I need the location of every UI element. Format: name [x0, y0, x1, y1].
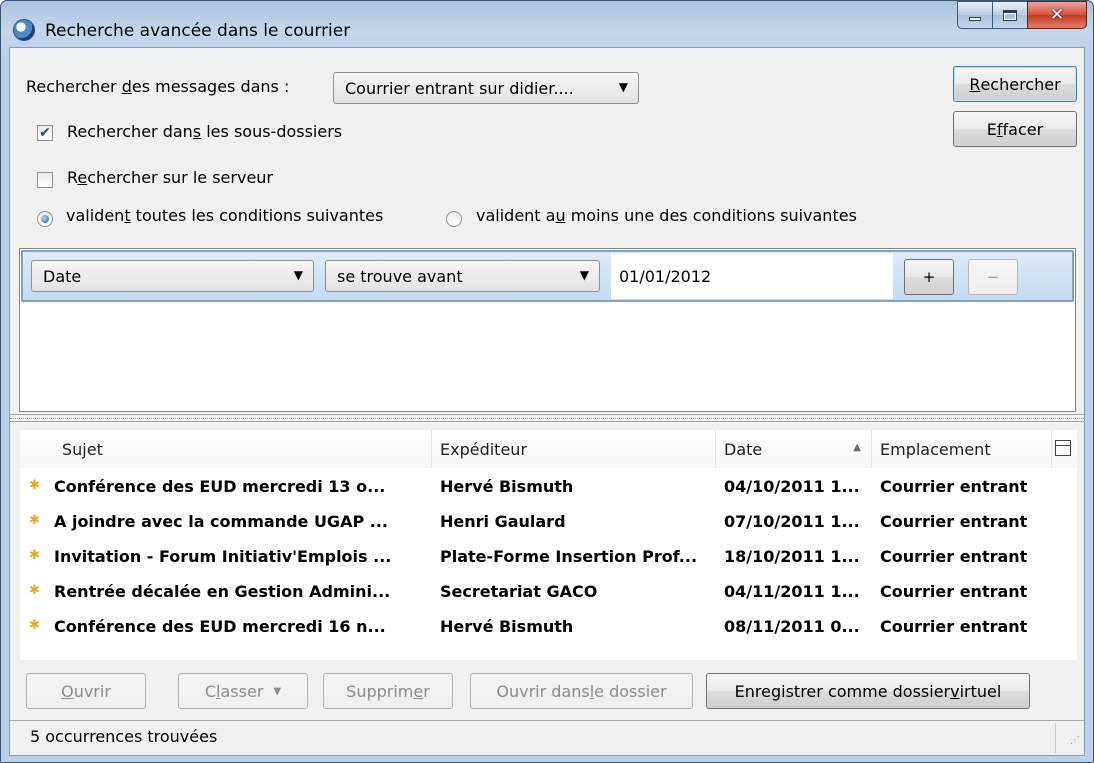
- add-condition-button[interactable]: +: [904, 259, 954, 295]
- minimize-button[interactable]: [957, 1, 993, 29]
- classify-button[interactable]: Cl asser ▼: [178, 673, 308, 709]
- unread-star-icon[interactable]: ✱: [29, 618, 40, 633]
- close-button[interactable]: ✕: [1027, 1, 1087, 29]
- cell-location: Courrier entrant: [880, 512, 1028, 531]
- thunderbird-app-icon: [13, 19, 35, 41]
- table-row[interactable]: ✱ Conférence des EUD mercredi 13 o... Herv…: [20, 470, 1077, 505]
- column-header-subject[interactable]: Sujet: [20, 430, 432, 468]
- cell-subject: Invitation - Forum Initiativ'Emplois ...: [54, 547, 392, 566]
- maximize-button[interactable]: [992, 1, 1028, 29]
- minus-icon: −: [986, 268, 1000, 286]
- folder-dropdown[interactable]: Courrier entrant sur didier.... ▼: [333, 72, 639, 104]
- column-header-label: Emplacement: [880, 439, 991, 459]
- maximize-icon: [1003, 9, 1017, 21]
- server-search-checkbox[interactable]: [37, 172, 53, 188]
- match-all-radio[interactable]: [37, 211, 53, 227]
- chevron-down-icon: ▼: [618, 80, 628, 94]
- column-picker-button[interactable]: [1052, 430, 1077, 468]
- column-header-sender[interactable]: Expéditeur: [432, 430, 716, 468]
- cell-location: Courrier entrant: [880, 547, 1028, 566]
- cell-sender: Secretariat GACO: [440, 582, 598, 601]
- results-table: Sujet Expéditeur Date ▲ Emplacement ✱ Conf…: [20, 430, 1077, 660]
- status-separator: [1055, 723, 1056, 753]
- chevron-down-icon: ▼: [579, 268, 589, 282]
- chevron-down-icon: ▼: [293, 268, 303, 282]
- condition-row[interactable]: Date ▼ se trouve avant ▼ 01/01/2012 + −: [21, 250, 1074, 302]
- unread-star-icon[interactable]: ✱: [29, 583, 40, 598]
- table-row[interactable]: ✱ Rentrée décalée en Gestion Admini... Sec…: [20, 575, 1077, 610]
- cell-sender: Hervé Bismuth: [440, 617, 574, 636]
- delete-button[interactable]: Supprim e r: [323, 673, 453, 709]
- match-all-label[interactable]: valident toutes les conditions suivantes: [66, 206, 383, 225]
- check-mark-icon: ✔: [39, 125, 51, 141]
- server-search-label[interactable]: Rechercher sur le serveur: [67, 168, 273, 187]
- table-row[interactable]: ✱ A joindre avec la commande UGAP ... Henr…: [20, 505, 1077, 540]
- column-header-label: Expéditeur: [440, 439, 528, 459]
- search-window: Recherche avancée dans le courrier ✕ Rec…: [0, 0, 1094, 763]
- window-title: Recherche avancée dans le courrier: [45, 21, 351, 41]
- dialog-content: Rechercher des messages dans : Courrier …: [9, 47, 1085, 756]
- save-as-virtual-folder-button[interactable]: Enregistrer comme dossier v irtuel: [706, 673, 1030, 709]
- table-row[interactable]: ✱ Conférence des EUD mercredi 16 n... Herv…: [20, 610, 1077, 645]
- condition-value-input[interactable]: 01/01/2012: [611, 253, 893, 299]
- cell-sender: Plate-Forme Insertion Prof...: [440, 547, 698, 566]
- title-bar[interactable]: Recherche avancée dans le courrier ✕: [1, 1, 1093, 47]
- plus-icon: +: [922, 268, 936, 286]
- folder-label: Rechercher des messages dans :: [26, 77, 290, 96]
- remove-condition-button[interactable]: −: [968, 259, 1018, 295]
- match-any-radio[interactable]: [446, 211, 462, 227]
- match-any-label[interactable]: valident au moins une des conditions sui…: [476, 206, 857, 225]
- cell-sender: Henri Gaulard: [440, 512, 566, 531]
- cell-subject: Conférence des EUD mercredi 16 n...: [54, 617, 386, 636]
- pane-splitter[interactable]: [10, 414, 1084, 422]
- condition-operator-dropdown[interactable]: se trouve avant ▼: [325, 260, 600, 292]
- cell-date: 04/11/2011 1...: [724, 582, 860, 601]
- cell-sender: Hervé Bismuth: [440, 477, 574, 496]
- cell-date: 04/10/2011 1...: [724, 477, 860, 496]
- subfolders-checkbox[interactable]: ✔: [37, 125, 53, 141]
- column-header-date[interactable]: Date ▲: [716, 430, 872, 468]
- cell-location: Courrier entrant: [880, 477, 1028, 496]
- unread-star-icon[interactable]: ✱: [29, 478, 40, 493]
- search-button[interactable]: Rechercher: [953, 66, 1077, 102]
- unread-star-icon[interactable]: ✱: [29, 548, 40, 563]
- window-controls: ✕: [957, 1, 1087, 29]
- column-header-label: Sujet: [62, 439, 103, 459]
- open-button[interactable]: Ouvrir: [26, 673, 146, 709]
- subfolders-label[interactable]: Rechercher dans les sous-dossiers: [67, 122, 342, 141]
- cell-location: Courrier entrant: [880, 617, 1028, 636]
- column-header-label: Date: [724, 439, 763, 459]
- cell-date: 18/10/2011 1...: [724, 547, 860, 566]
- cell-date: 08/11/2011 0...: [724, 617, 860, 636]
- cell-location: Courrier entrant: [880, 582, 1028, 601]
- folder-dropdown-value: Courrier entrant sur didier....: [345, 78, 574, 98]
- cell-subject: A joindre avec la commande UGAP ...: [54, 512, 388, 531]
- table-row[interactable]: ✱ Invitation - Forum Initiativ'Emplois ..…: [20, 540, 1077, 575]
- cell-subject: Conférence des EUD mercredi 13 o...: [54, 477, 386, 496]
- open-in-folder-button[interactable]: Ouvrir dans le dossier: [470, 673, 693, 709]
- unread-star-icon[interactable]: ✱: [29, 513, 40, 528]
- condition-field-value: Date: [43, 266, 82, 286]
- dropdown-arrow-icon: ▼: [273, 685, 282, 697]
- column-header-location[interactable]: Emplacement: [872, 430, 1052, 468]
- condition-operator-value: se trouve avant: [337, 266, 463, 286]
- status-bar: 5 occurrences trouvées ⋰: [10, 720, 1084, 755]
- minimize-icon: [969, 17, 981, 21]
- close-icon: ✕: [1049, 5, 1065, 25]
- condition-field-dropdown[interactable]: Date ▼: [31, 260, 314, 292]
- column-picker-icon: [1055, 440, 1071, 456]
- sort-ascending-icon: ▲: [853, 442, 861, 453]
- cell-subject: Rentrée décalée en Gestion Admini...: [54, 582, 391, 601]
- cell-date: 07/10/2011 1...: [724, 512, 860, 531]
- conditions-list: Date ▼ se trouve avant ▼ 01/01/2012 + −: [19, 248, 1076, 412]
- resize-grip-icon[interactable]: ⋰: [1066, 736, 1080, 752]
- status-text: 5 occurrences trouvées: [30, 727, 218, 746]
- condition-value-text: 01/01/2012: [619, 266, 712, 286]
- clear-button[interactable]: Ef facer: [953, 111, 1077, 147]
